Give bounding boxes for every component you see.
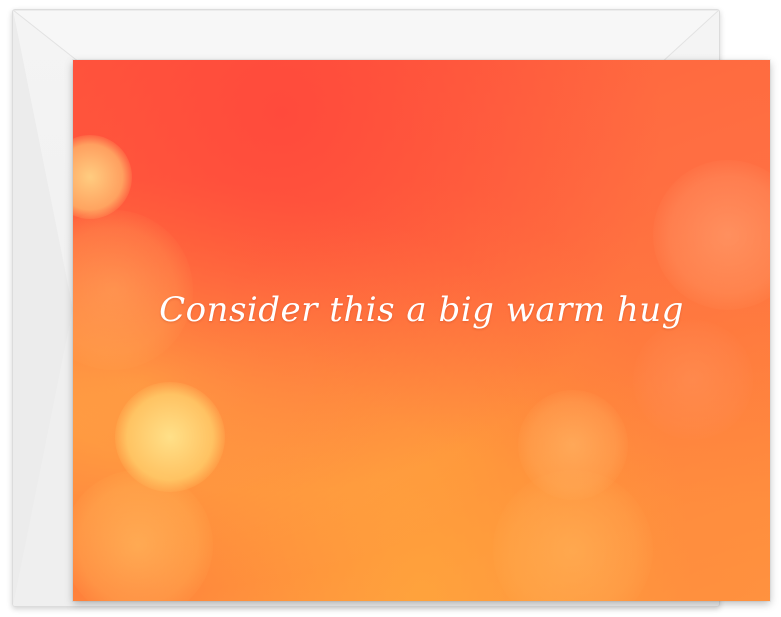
- bokeh-light: [518, 390, 628, 500]
- bokeh-light: [115, 382, 225, 492]
- greeting-card: Consider this a big warm hug: [73, 60, 770, 601]
- card-message: Consider this a big warm hug: [159, 290, 684, 330]
- bokeh-light: [73, 135, 132, 219]
- bokeh-light: [493, 470, 653, 601]
- bokeh-light: [73, 470, 213, 601]
- bokeh-light: [633, 320, 753, 440]
- greeting-card-scene: Consider this a big warm hug: [0, 0, 781, 617]
- bokeh-light: [653, 160, 770, 310]
